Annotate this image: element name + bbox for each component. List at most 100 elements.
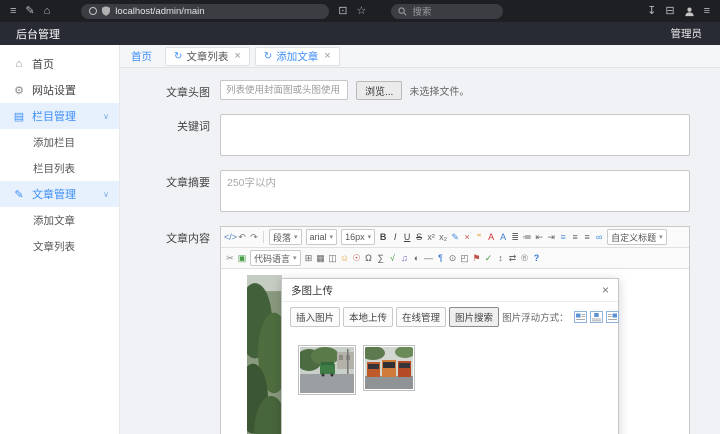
format-painter-icon[interactable]: ✎ xyxy=(449,228,461,246)
float-none-icon[interactable] xyxy=(574,311,587,323)
ordered-list-icon[interactable]: ≔ xyxy=(521,228,533,246)
dialog-tab-local-upload[interactable]: 本地上传 xyxy=(343,307,393,327)
browser-overflow-menu-icon[interactable]: ≡ xyxy=(704,6,710,17)
fullscreen-icon[interactable]: ◰ xyxy=(459,249,471,267)
custom-title-dropdown[interactable]: 自定义标题 xyxy=(607,229,667,245)
toolbar-group: ✂▣ xyxy=(224,249,248,267)
tab-label: 文章列表 xyxy=(186,49,228,64)
attachment-icon[interactable]: ✂ xyxy=(224,249,236,267)
special-char-icon[interactable]: Ω xyxy=(363,249,375,267)
dialog-tab-insert-image[interactable]: 插入图片 xyxy=(290,307,340,327)
profile-icon[interactable] xyxy=(684,6,695,17)
check-icon[interactable]: ✓ xyxy=(483,249,495,267)
paragraph-dropdown[interactable]: 段落 xyxy=(269,229,302,245)
map-icon[interactable]: ☉ xyxy=(351,249,363,267)
bold-icon[interactable]: B xyxy=(377,228,389,246)
line-height-icon[interactable]: ↕ xyxy=(495,249,507,267)
float-right-icon[interactable] xyxy=(606,311,619,323)
undo-icon[interactable]: ↶ xyxy=(236,228,248,246)
close-icon[interactable]: × xyxy=(234,50,240,62)
tab-add-article[interactable]: ↻ 添加文章 × xyxy=(255,47,340,66)
insert-image-icon[interactable]: ▣ xyxy=(236,249,248,267)
blockquote-icon[interactable]: “ xyxy=(473,228,485,246)
browser-home-icon[interactable]: ⌂ xyxy=(44,6,51,17)
sidebar-item-column-list[interactable]: 栏目列表 xyxy=(0,155,119,181)
code-language-dropdown[interactable]: 代码语言 xyxy=(250,250,301,266)
background-color-icon[interactable]: A xyxy=(497,228,509,246)
admin-user[interactable]: 管理员 xyxy=(671,26,703,41)
dialog-tab-image-search[interactable]: 图片搜索 xyxy=(449,307,499,327)
search-replace-icon[interactable]: ⊙ xyxy=(447,249,459,267)
help-icon[interactable]: ? xyxy=(531,249,543,267)
browse-button[interactable]: 浏览... xyxy=(356,81,402,100)
editor-content-area[interactable]: 多图上传 × 插入图片 本地上传 在线管理 图片搜索 图片浮动方式： xyxy=(221,269,689,434)
link-icon[interactable]: ∞ xyxy=(593,228,605,246)
compose-icon[interactable]: ✎ xyxy=(25,6,34,17)
redo-icon[interactable]: ↷ xyxy=(248,228,260,246)
font-size-dropdown[interactable]: 16px xyxy=(341,229,375,245)
header-image-input[interactable] xyxy=(220,80,348,100)
toolbar-group: </>↶↷ xyxy=(224,228,267,246)
remove-format-icon[interactable]: × xyxy=(461,228,473,246)
sidebar-item-site-settings[interactable]: ⚙ 网站设置 xyxy=(0,77,119,103)
refresh-icon[interactable]: ↻ xyxy=(264,51,272,62)
dialog-tab-online-manage[interactable]: 在线管理 xyxy=(396,307,446,327)
italic-icon[interactable]: I xyxy=(389,228,401,246)
tab-article-list[interactable]: ↻ 文章列表 × xyxy=(165,47,250,66)
underline-icon[interactable]: U xyxy=(401,228,413,246)
about-icon[interactable]: ® xyxy=(519,249,531,267)
summary-textarea[interactable] xyxy=(220,170,690,212)
align-left-icon[interactable]: ≡ xyxy=(557,228,569,246)
sidebar: ⌂ 首页 ⚙ 网站设置 ▤ 栏目管理 ∨ 添加栏目 栏目列表 ✎ 文章管理 ∨ … xyxy=(0,45,120,434)
align-right-icon[interactable]: ≡ xyxy=(581,228,593,246)
url-bar[interactable]: localhost/admin/main xyxy=(81,4,329,19)
spellcheck-icon[interactable]: √ xyxy=(387,249,399,267)
sidebar-item-column-management[interactable]: ▤ 栏目管理 ∨ xyxy=(0,103,119,129)
unordered-list-icon[interactable]: ≣ xyxy=(509,228,521,246)
add-article-form: 文章头图 浏览... 未选择文件。 关键词 文章摘要 文章内容 xyxy=(120,68,720,434)
refresh-icon[interactable]: ↻ xyxy=(174,51,182,62)
font-color-icon[interactable]: A xyxy=(485,228,497,246)
table-grid-icon[interactable]: ▦ xyxy=(315,249,327,267)
strikethrough-icon[interactable]: S xyxy=(413,228,425,246)
flag-icon[interactable]: ⚑ xyxy=(471,249,483,267)
browser-toolbar: ≡ ✎ ⌂ localhost/admin/main ⊡ ☆ 搜索 ↧ ⊟ ≡ xyxy=(0,0,720,22)
align-center-icon[interactable]: ≡ xyxy=(569,228,581,246)
sidebar-item-add-column[interactable]: 添加栏目 xyxy=(0,129,119,155)
float-center-icon[interactable] xyxy=(590,311,603,323)
font-family-dropdown[interactable]: arial xyxy=(306,229,338,245)
search-placeholder-text: 搜索 xyxy=(412,4,431,18)
sidebar-item-article-management[interactable]: ✎ 文章管理 ∨ xyxy=(0,181,119,207)
download-icon[interactable]: ↧ xyxy=(647,6,656,17)
split-cell-icon[interactable]: ◫ xyxy=(327,249,339,267)
formula-icon[interactable]: ∑ xyxy=(375,249,387,267)
snapshot-icon[interactable]: ◐ xyxy=(411,249,423,267)
outdent-icon[interactable]: ⇤ xyxy=(533,228,545,246)
switch-icon[interactable]: ⇄ xyxy=(507,249,519,267)
keywords-textarea[interactable] xyxy=(220,114,690,156)
insert-table-icon[interactable]: ⊞ xyxy=(303,249,315,267)
horizontal-rule-icon[interactable]: — xyxy=(423,249,435,267)
uploaded-image-trucks[interactable] xyxy=(363,345,415,391)
sidebar-item-article-list[interactable]: 文章列表 xyxy=(0,233,119,259)
paragraph-mark-icon[interactable]: ¶ xyxy=(435,249,447,267)
close-icon[interactable]: × xyxy=(324,50,330,62)
sidebar-item-add-article[interactable]: 添加文章 xyxy=(0,207,119,233)
sidebar-item-label: 首页 xyxy=(32,56,54,72)
source-code-icon[interactable]: </> xyxy=(224,228,236,246)
emoticon-icon[interactable]: ☺ xyxy=(339,249,351,267)
extensions-icon[interactable]: ⊡ xyxy=(338,6,347,17)
tab-home[interactable]: 首页 xyxy=(123,47,160,66)
indent-icon[interactable]: ⇥ xyxy=(545,228,557,246)
bookmark-star-icon[interactable]: ☆ xyxy=(357,6,367,17)
toolbar-group: BIUSx²x₂✎×“AA≣≔⇤⇥≡≡≡∞ xyxy=(377,228,605,246)
subscript-icon[interactable]: x₂ xyxy=(437,228,449,246)
sidebar-item-home[interactable]: ⌂ 首页 xyxy=(0,51,119,77)
browser-search-box[interactable]: 搜索 xyxy=(391,4,503,19)
superscript-icon[interactable]: x² xyxy=(425,228,437,246)
dialog-close-icon[interactable]: × xyxy=(602,283,609,297)
browser-menu-icon[interactable]: ≡ xyxy=(10,6,16,17)
uploaded-image-street[interactable] xyxy=(298,345,356,395)
panels-icon[interactable]: ⊟ xyxy=(665,6,674,17)
music-icon[interactable]: ♫ xyxy=(399,249,411,267)
